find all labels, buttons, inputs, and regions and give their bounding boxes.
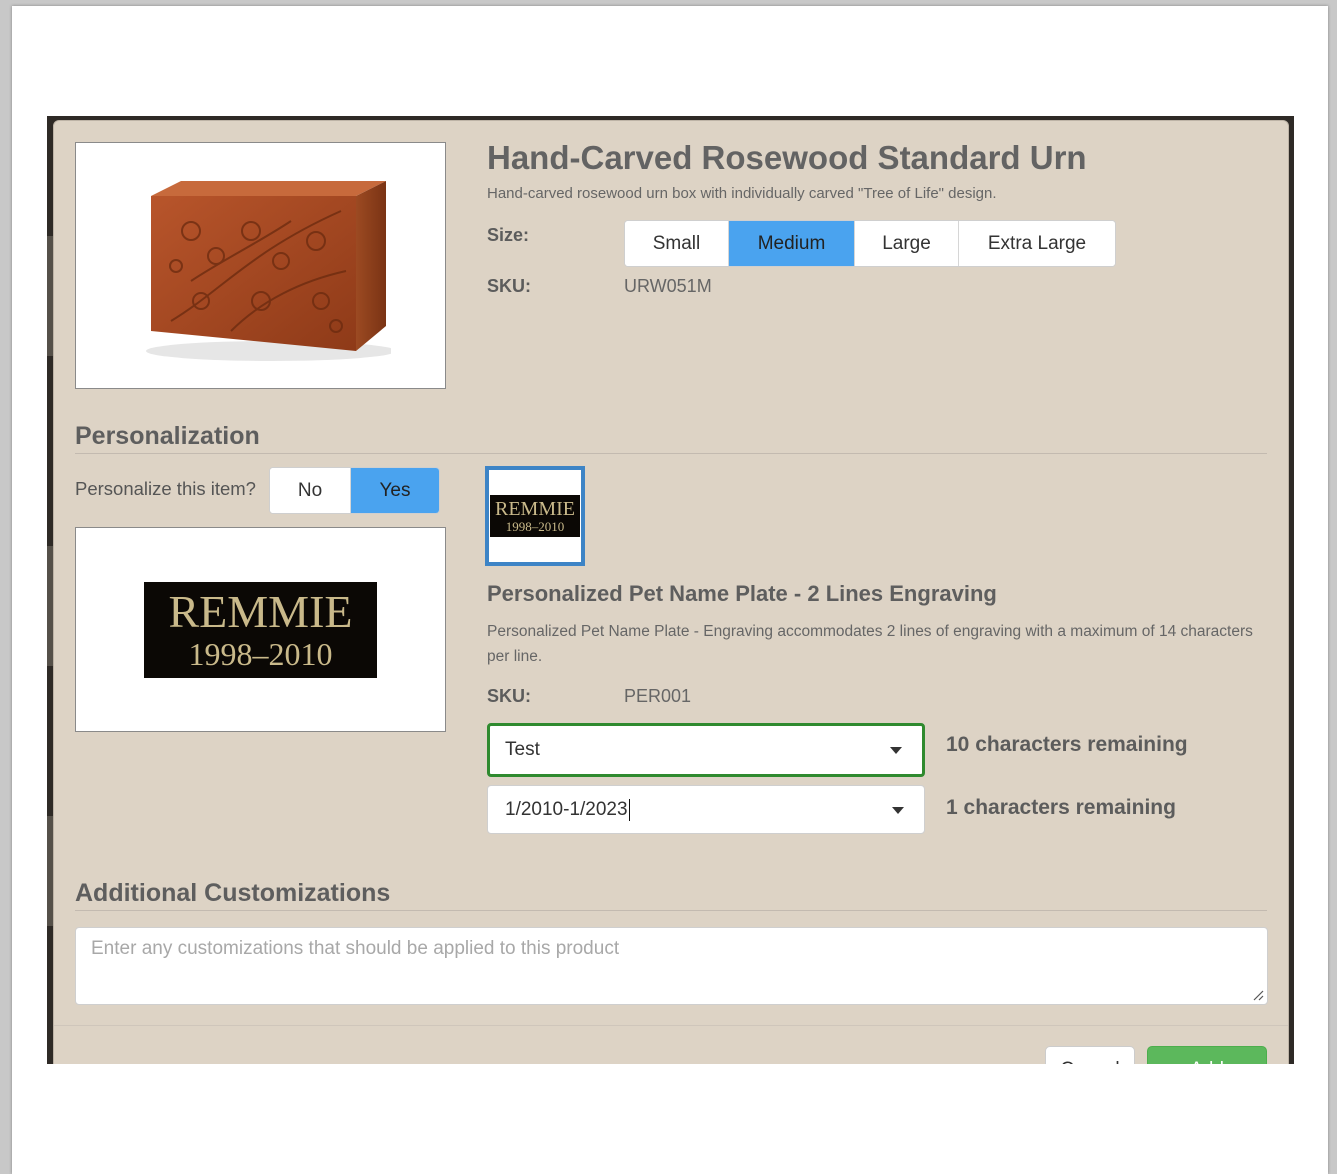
preview-line1: REMMIE — [168, 585, 353, 637]
name-plate-sku: PER001 — [624, 686, 692, 706]
personalize-question: Personalize this item? — [75, 478, 256, 499]
engraving-line1-input[interactable]: Test — [487, 723, 925, 777]
personalization-title: Personalization — [75, 422, 260, 450]
add-button[interactable]: Add — [1147, 1046, 1267, 1064]
divider — [75, 453, 1267, 454]
size-option-extra-large[interactable]: Extra Large — [959, 221, 1115, 266]
size-option-small[interactable]: Small — [625, 221, 729, 266]
chevron-down-icon[interactable] — [892, 806, 904, 814]
chevron-down-icon[interactable] — [890, 747, 902, 754]
name-plate-thumbnail-image: REMMIE 1998–2010 — [490, 495, 580, 537]
personalize-no-button[interactable]: No — [270, 468, 351, 513]
size-option-large[interactable]: Large — [855, 221, 959, 266]
additional-customizations-title: Additional Customizations — [75, 879, 391, 907]
rosewood-urn-image — [145, 180, 391, 361]
name-plate-thumbnail[interactable]: REMMIE 1998–2010 — [485, 466, 585, 566]
engraving-line2-value: 1/2010-1/2023 — [505, 798, 628, 820]
product-image — [75, 142, 446, 389]
personalize-toggle: No Yes — [269, 467, 440, 514]
name-plate-sku-label: SKU: — [487, 686, 531, 706]
product-modal: Hand-Carved Rosewood Standard Urn Hand-c… — [53, 120, 1289, 1064]
thumbnail-line1: REMMIE — [495, 497, 575, 520]
additional-customizations-textarea[interactable]: Enter any customizations that should be … — [75, 927, 1268, 1005]
product-sku-label: SKU: — [487, 276, 531, 296]
size-selector: Small Medium Large Extra Large — [624, 220, 1116, 267]
resize-handle-icon[interactable] — [1252, 989, 1264, 1001]
line2-characters-remaining: 1 characters remaining — [946, 796, 1176, 819]
line1-characters-remaining: 10 characters remaining — [946, 733, 1188, 756]
thumbnail-line2: 1998–2010 — [505, 518, 565, 534]
preview-line2: 1998–2010 — [188, 635, 333, 672]
engraving-preview: REMMIE 1998–2010 — [75, 527, 446, 732]
engraving-preview-plate: REMMIE 1998–2010 — [144, 581, 377, 678]
product-sku: URW051M — [624, 276, 712, 296]
engraving-line2-input[interactable]: 1/2010-1/2023 — [487, 785, 925, 834]
divider — [75, 910, 1267, 911]
textarea-placeholder: Enter any customizations that should be … — [91, 938, 620, 959]
size-option-medium[interactable]: Medium — [729, 221, 855, 266]
name-plate-description: Personalized Pet Name Plate - Engraving … — [487, 623, 1253, 665]
text-cursor — [628, 798, 630, 821]
product-title: Hand-Carved Rosewood Standard Urn — [487, 139, 1087, 176]
engraving-line1-value: Test — [505, 739, 540, 760]
cancel-button[interactable]: Cancel — [1045, 1046, 1135, 1064]
viewport: Hand-Carved Rosewood Standard Urn Hand-c… — [47, 116, 1294, 1064]
page: Hand-Carved Rosewood Standard Urn Hand-c… — [12, 6, 1328, 1174]
personalize-yes-button[interactable]: Yes — [351, 468, 439, 513]
size-label: Size: — [487, 225, 530, 245]
name-plate-title: Personalized Pet Name Plate - 2 Lines En… — [487, 581, 997, 606]
product-description: Hand-carved rosewood urn box with indivi… — [487, 185, 997, 202]
footer-divider — [54, 1025, 1288, 1026]
